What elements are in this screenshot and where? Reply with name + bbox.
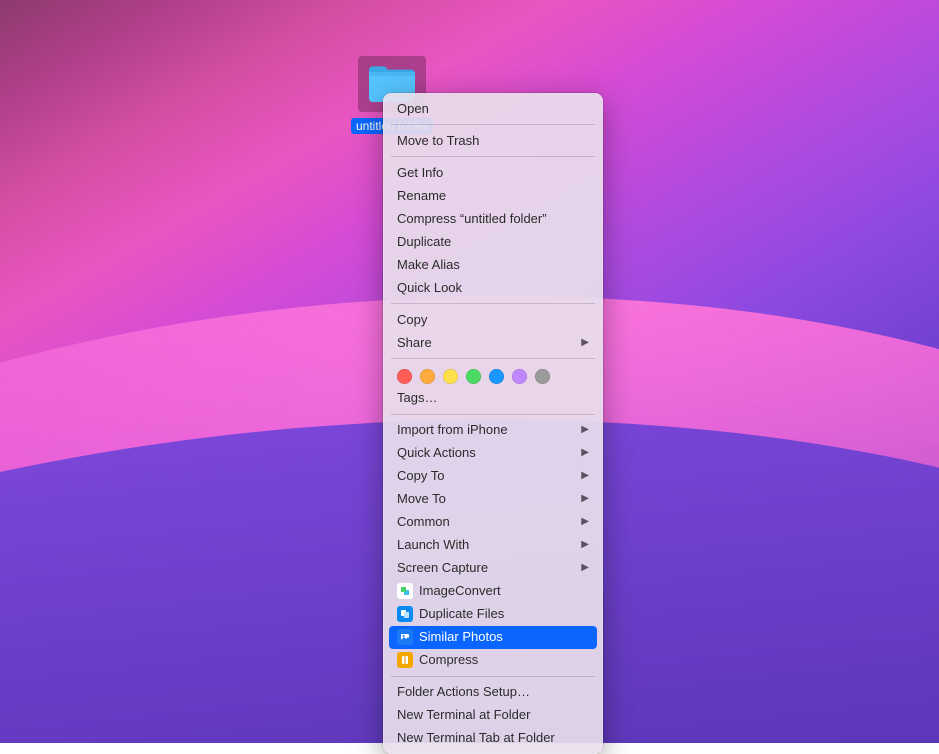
menu-separator	[391, 676, 595, 677]
menu-copy[interactable]: Copy	[383, 308, 603, 331]
menu-import-iphone[interactable]: Import from iPhone ▶	[383, 419, 603, 442]
similar-photos-icon	[397, 629, 413, 645]
menu-label: Similar Photos	[419, 629, 503, 645]
chevron-right-icon: ▶	[581, 514, 589, 530]
menu-move-to[interactable]: Move To ▶	[383, 488, 603, 511]
menu-label: Tags…	[397, 390, 437, 406]
menu-label: New Terminal at Folder	[397, 707, 530, 723]
menu-label: Copy	[397, 312, 427, 328]
tag-orange[interactable]	[420, 369, 435, 384]
menu-copy-to[interactable]: Copy To ▶	[383, 465, 603, 488]
menu-label: Copy To	[397, 468, 444, 484]
tag-red[interactable]	[397, 369, 412, 384]
chevron-right-icon: ▶	[581, 491, 589, 507]
menu-label: Duplicate	[397, 234, 451, 250]
menu-label: Move to Trash	[397, 133, 479, 149]
menu-common[interactable]: Common ▶	[383, 511, 603, 534]
menu-separator	[391, 303, 595, 304]
tag-blue[interactable]	[489, 369, 504, 384]
menu-compress-named[interactable]: Compress “untitled folder”	[383, 207, 603, 230]
tag-purple[interactable]	[512, 369, 527, 384]
tag-yellow[interactable]	[443, 369, 458, 384]
menu-open[interactable]: Open	[383, 97, 603, 120]
menu-compress-action[interactable]: Compress	[383, 649, 603, 672]
menu-make-alias[interactable]: Make Alias	[383, 253, 603, 276]
tag-colors-row	[383, 363, 603, 388]
chevron-right-icon: ▶	[581, 560, 589, 576]
menu-quick-actions[interactable]: Quick Actions ▶	[383, 442, 603, 465]
menu-label: Quick Actions	[397, 445, 476, 461]
menu-duplicate[interactable]: Duplicate	[383, 230, 603, 253]
chevron-right-icon: ▶	[581, 468, 589, 484]
tag-gray[interactable]	[535, 369, 550, 384]
chevron-right-icon: ▶	[581, 335, 589, 351]
menu-quick-look[interactable]: Quick Look	[383, 276, 603, 299]
chevron-right-icon: ▶	[581, 445, 589, 461]
menu-separator	[391, 414, 595, 415]
menu-label: Get Info	[397, 165, 443, 181]
menu-label: Duplicate Files	[419, 606, 504, 622]
menu-screen-capture[interactable]: Screen Capture ▶	[383, 557, 603, 580]
menu-get-info[interactable]: Get Info	[383, 161, 603, 184]
menu-separator	[391, 156, 595, 157]
menu-similar-photos[interactable]: Similar Photos	[389, 626, 597, 649]
menu-label: New Terminal Tab at Folder	[397, 730, 555, 746]
menu-new-terminal-tab[interactable]: New Terminal Tab at Folder	[383, 727, 603, 750]
menu-label: ImageConvert	[419, 583, 501, 599]
menu-launch-with[interactable]: Launch With ▶	[383, 534, 603, 557]
menu-folder-actions-setup[interactable]: Folder Actions Setup…	[383, 681, 603, 704]
image-convert-icon	[397, 583, 413, 599]
menu-label: Make Alias	[397, 257, 460, 273]
menu-tags[interactable]: Tags…	[383, 388, 603, 410]
menu-share[interactable]: Share ▶	[383, 331, 603, 354]
tag-green[interactable]	[466, 369, 481, 384]
menu-separator	[391, 124, 595, 125]
menu-label: Quick Look	[397, 280, 462, 296]
chevron-right-icon: ▶	[581, 537, 589, 553]
chevron-right-icon: ▶	[581, 422, 589, 438]
menu-image-convert[interactable]: ImageConvert	[383, 580, 603, 603]
menu-label: Launch With	[397, 537, 469, 553]
menu-label: Folder Actions Setup…	[397, 684, 530, 700]
menu-label: Compress	[419, 652, 478, 668]
menu-label: Import from iPhone	[397, 422, 508, 438]
menu-new-terminal[interactable]: New Terminal at Folder	[383, 704, 603, 727]
menu-label: Common	[397, 514, 450, 530]
menu-move-to-trash[interactable]: Move to Trash	[383, 129, 603, 152]
menu-label: Compress “untitled folder”	[397, 211, 547, 227]
menu-label: Open	[397, 101, 429, 117]
duplicate-files-icon	[397, 606, 413, 622]
menu-duplicate-files[interactable]: Duplicate Files	[383, 603, 603, 626]
menu-label: Move To	[397, 491, 446, 507]
menu-label: Share	[397, 335, 432, 351]
menu-rename[interactable]: Rename	[383, 184, 603, 207]
compress-icon	[397, 652, 413, 668]
context-menu: Open Move to Trash Get Info Rename Compr…	[383, 93, 603, 754]
menu-separator	[391, 358, 595, 359]
menu-label: Rename	[397, 188, 446, 204]
menu-label: Screen Capture	[397, 560, 488, 576]
